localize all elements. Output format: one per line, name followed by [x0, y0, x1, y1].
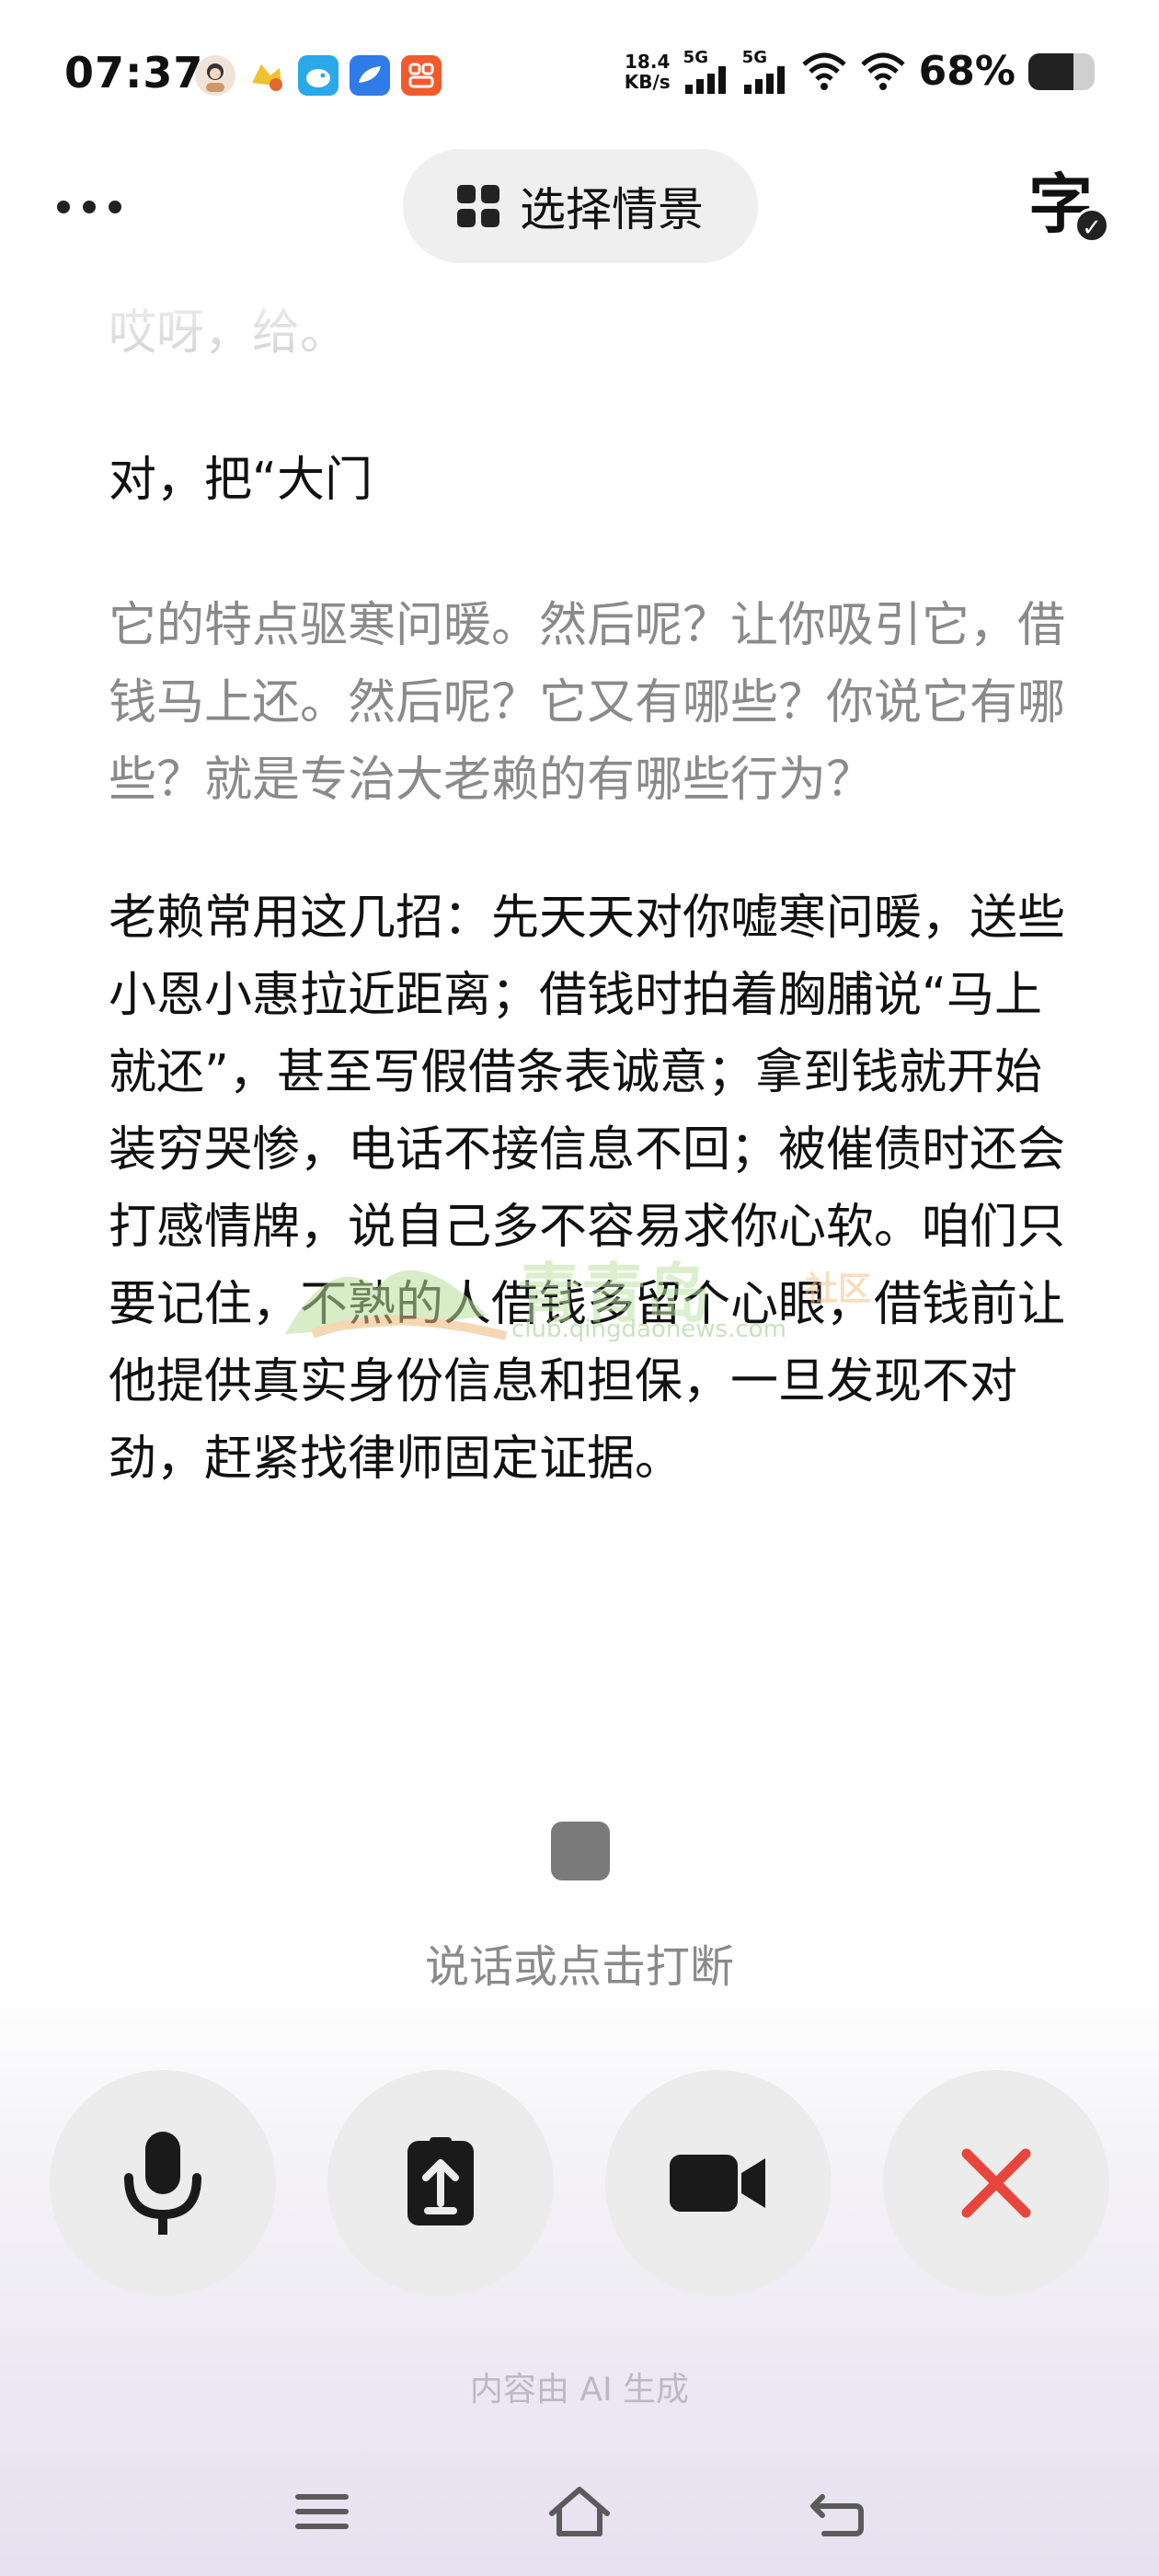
- ai-generated-note: 内容由 AI 生成: [469, 2371, 690, 2409]
- status-bar: 07:37 18.4 KB/s 5G 5G 68%: [0, 0, 1159, 156]
- transcript-line: 哎呀，给。: [109, 305, 349, 361]
- nav-back-button[interactable]: [800, 2475, 874, 2548]
- status-right: 18.4 KB/s 5G 5G 68%: [625, 48, 1095, 95]
- select-scene-label: 选择情景: [520, 183, 704, 236]
- nav-menu-button[interactable]: [285, 2475, 359, 2548]
- share-screen-icon: [407, 2137, 474, 2225]
- interrupt-hint: 说话或点击打断: [424, 1941, 734, 1993]
- end-call-button[interactable]: [883, 2070, 1109, 2296]
- microphone-icon: [124, 2132, 201, 2235]
- select-scene-button[interactable]: 选择情景: [403, 149, 758, 263]
- video-camera-button[interactable]: [605, 2070, 832, 2296]
- grid-icon: [457, 185, 499, 227]
- stop-button[interactable]: [551, 1822, 610, 1880]
- menu-icon: [295, 2494, 349, 2529]
- transcript-line: 它的特点驱寒问暖。然后呢？让你吸引它，借钱马上还。然后呢？它又有哪些？你说它有哪…: [109, 598, 1065, 808]
- battery-fill: [1028, 52, 1073, 90]
- cloud-app-icon: [350, 55, 390, 96]
- net-speed-value: 18.4: [625, 50, 671, 73]
- conversation-transcript: 哎呀，给。 对，把“大门 它的特点驱寒问暖。然后呢？让你吸引它，借钱马上还。然后…: [109, 276, 1065, 1582]
- transcript-line: 老赖常用这几招：先天天对你嘘寒问暖，送些小恩小惠拉近距离；借钱时拍着胸脯说“马上…: [109, 891, 1065, 1487]
- signal-bars-icon: [743, 65, 785, 94]
- wifi-icon: [860, 52, 905, 90]
- signal-2-label: 5G: [741, 47, 767, 67]
- share-screen-button[interactable]: [327, 2070, 554, 2296]
- signal-bars-icon: [684, 65, 726, 94]
- check-badge-icon: ✓: [1074, 208, 1109, 243]
- subtitle-toggle-button[interactable]: 字 ✓: [1028, 167, 1111, 250]
- more-dot: [109, 201, 121, 213]
- net-speed-unit: KB/s: [624, 70, 671, 93]
- more-options-button[interactable]: [57, 175, 140, 239]
- nav-home-button[interactable]: [543, 2475, 616, 2548]
- signal-1: 5G: [683, 47, 729, 94]
- transcript-line: 对，把“大门: [109, 453, 373, 508]
- orange-app-icon: [401, 55, 442, 96]
- net-speed: 18.4 KB/s: [625, 52, 671, 92]
- signal-1-label: 5G: [683, 47, 708, 67]
- home-icon: [549, 2487, 610, 2536]
- microphone-button[interactable]: [50, 2070, 276, 2296]
- status-time: 07:37: [64, 48, 204, 98]
- avatar-icon: [195, 55, 235, 96]
- wifi-icon: [801, 52, 846, 90]
- close-icon: [961, 2148, 1031, 2218]
- video-camera-icon: [670, 2155, 765, 2212]
- notification-icons: [195, 55, 442, 96]
- more-dot: [57, 201, 70, 213]
- game-icon: [247, 55, 287, 96]
- signal-2: 5G: [741, 47, 788, 94]
- bird-app-icon: [298, 55, 339, 96]
- battery-icon: [1028, 52, 1095, 90]
- back-icon: [810, 2494, 864, 2536]
- system-nav-bar: [0, 2466, 1159, 2558]
- battery-percentage: 68%: [918, 48, 1016, 95]
- more-dot: [83, 201, 96, 213]
